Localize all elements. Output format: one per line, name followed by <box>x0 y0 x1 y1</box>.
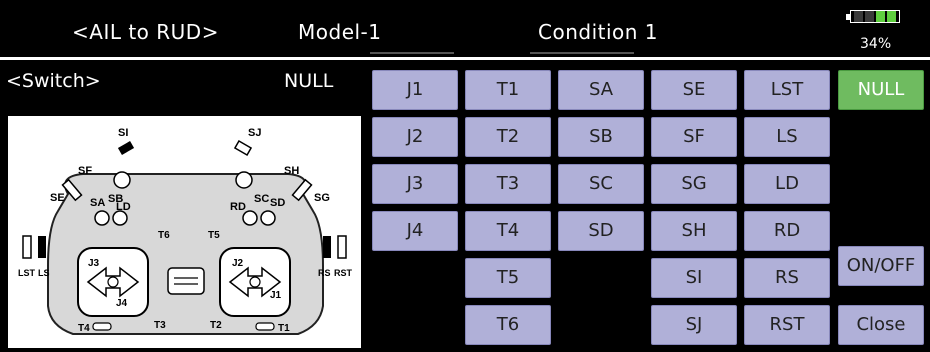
diagram-label-T4: T4 <box>78 323 90 334</box>
diagram-label-LS: LS <box>38 268 50 278</box>
switch-button-LD[interactable]: LD <box>744 164 830 204</box>
on-off-button[interactable]: ON/OFF <box>838 246 924 286</box>
diagram-label-LST: LST <box>18 268 36 278</box>
switch-button-SJ[interactable]: SJ <box>651 305 737 345</box>
diagram-label-SD: SD <box>270 197 285 209</box>
model-tab-underline <box>370 52 454 54</box>
diagram-label-SH: SH <box>284 165 299 177</box>
diagram-label-J1: J1 <box>270 290 282 301</box>
close-button[interactable]: Close <box>838 305 924 345</box>
switch-button-J4[interactable]: J4 <box>372 211 458 251</box>
switch-button-T2[interactable]: T2 <box>465 117 551 157</box>
diagram-label-SC: SC <box>254 193 269 205</box>
diagram-label-T6: T6 <box>158 230 170 241</box>
diagram-label-RST: RST <box>334 268 353 278</box>
switch-label: <Switch> <box>6 70 101 92</box>
battery-percent: 34% <box>860 36 892 52</box>
switch-button-T3[interactable]: T3 <box>465 164 551 204</box>
diagram-label-SG: SG <box>314 192 330 204</box>
diagram-label-RS: RS <box>318 268 331 278</box>
diagram-label-SI: SI <box>118 127 128 139</box>
switch-button-SE[interactable]: SE <box>651 70 737 110</box>
switch-button-J3[interactable]: J3 <box>372 164 458 204</box>
switch-button-SD[interactable]: SD <box>558 211 644 251</box>
diagram-label-T2: T2 <box>210 320 222 331</box>
switch-button-T5[interactable]: T5 <box>465 258 551 298</box>
switch-button-SC[interactable]: SC <box>558 164 644 204</box>
switch-button-LS[interactable]: LS <box>744 117 830 157</box>
condition-tab-underline <box>530 52 634 54</box>
switch-button-SB[interactable]: SB <box>558 117 644 157</box>
diagram-label-SE: SE <box>50 192 65 204</box>
screen-title[interactable]: <AIL to RUD> <box>72 20 219 44</box>
header-bar: <AIL to RUD> Model-1 Condition 1 34% <box>0 0 930 60</box>
switch-button-J1[interactable]: J1 <box>372 70 458 110</box>
diagram-label-SA: SA <box>90 197 105 209</box>
switch-button-SA[interactable]: SA <box>558 70 644 110</box>
switch-button-SG[interactable]: SG <box>651 164 737 204</box>
diagram-label-J2: J2 <box>232 258 244 269</box>
switch-button-LST[interactable]: LST <box>744 70 830 110</box>
switch-button-RST[interactable]: RST <box>744 305 830 345</box>
switch-button-J2[interactable]: J2 <box>372 117 458 157</box>
switch-button-T1[interactable]: T1 <box>465 70 551 110</box>
diagram-label-T1: T1 <box>278 323 290 334</box>
switch-button-RS[interactable]: RS <box>744 258 830 298</box>
transmitter-diagram: SI SJ SF SE SH SG SA SB LD RD SC SD T6 T… <box>8 116 361 348</box>
diagram-label-J3: J3 <box>88 258 100 269</box>
diagram-label-T5: T5 <box>208 230 220 241</box>
switch-button-SF[interactable]: SF <box>651 117 737 157</box>
condition-name: Condition 1 <box>538 20 659 44</box>
switch-button-SI[interactable]: SI <box>651 258 737 298</box>
switch-button-RD[interactable]: RD <box>744 211 830 251</box>
diagram-label-T3: T3 <box>154 320 166 331</box>
diagram-label-SJ: SJ <box>248 127 261 139</box>
switch-button-T6[interactable]: T6 <box>465 305 551 345</box>
switch-button-NULL[interactable]: NULL <box>838 70 924 110</box>
battery-icon <box>846 8 900 24</box>
switch-button-T4[interactable]: T4 <box>465 211 551 251</box>
switch-value: NULL <box>284 70 334 92</box>
model-name: Model-1 <box>298 20 382 44</box>
switch-button-SH[interactable]: SH <box>651 211 737 251</box>
switch-SI-icon: SI <box>117 127 135 155</box>
diagram-label-SF: SF <box>78 165 92 177</box>
switch-SJ-icon: SJ <box>233 127 261 156</box>
header-divider <box>0 57 930 60</box>
diagram-label-RD: RD <box>230 201 246 213</box>
diagram-label-J4: J4 <box>116 298 128 309</box>
